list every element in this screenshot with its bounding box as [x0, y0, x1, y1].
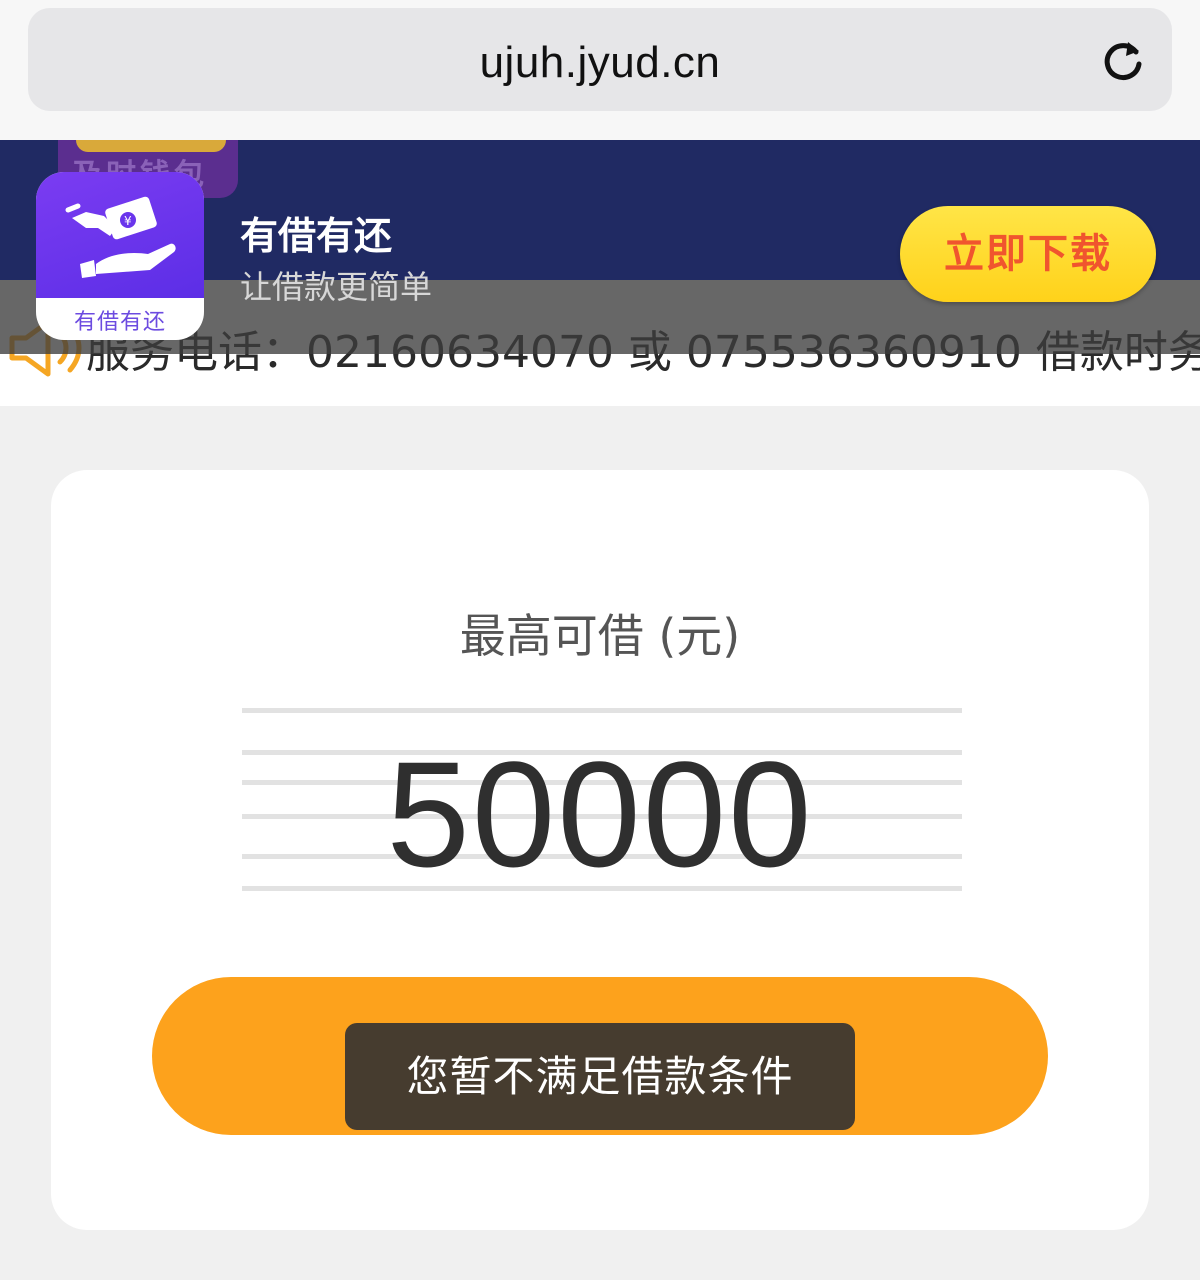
toast-message: 您暂不满足借款条件 — [345, 1023, 855, 1130]
money-hand-icon: ¥ — [65, 196, 176, 278]
browser-toolbar: ujuh.jyud.cn — [0, 0, 1200, 140]
app-name: 有借有还 — [240, 214, 393, 258]
svg-text:¥: ¥ — [124, 214, 132, 228]
url-text: ujuh.jyud.cn — [479, 38, 721, 87]
address-bar[interactable]: ujuh.jyud.cn — [28, 8, 1172, 111]
max-loan-label: 最高可借 (元) — [459, 609, 741, 663]
app-slogan: 让借款更简单 — [240, 268, 433, 306]
download-button[interactable]: 立即下载 — [900, 206, 1156, 302]
app-icon[interactable]: ¥ 有借有还 — [36, 172, 204, 340]
max-loan-amount: 50000 — [386, 730, 814, 898]
reload-icon[interactable] — [1098, 36, 1148, 86]
app-icon-label: 有借有还 — [73, 310, 166, 335]
